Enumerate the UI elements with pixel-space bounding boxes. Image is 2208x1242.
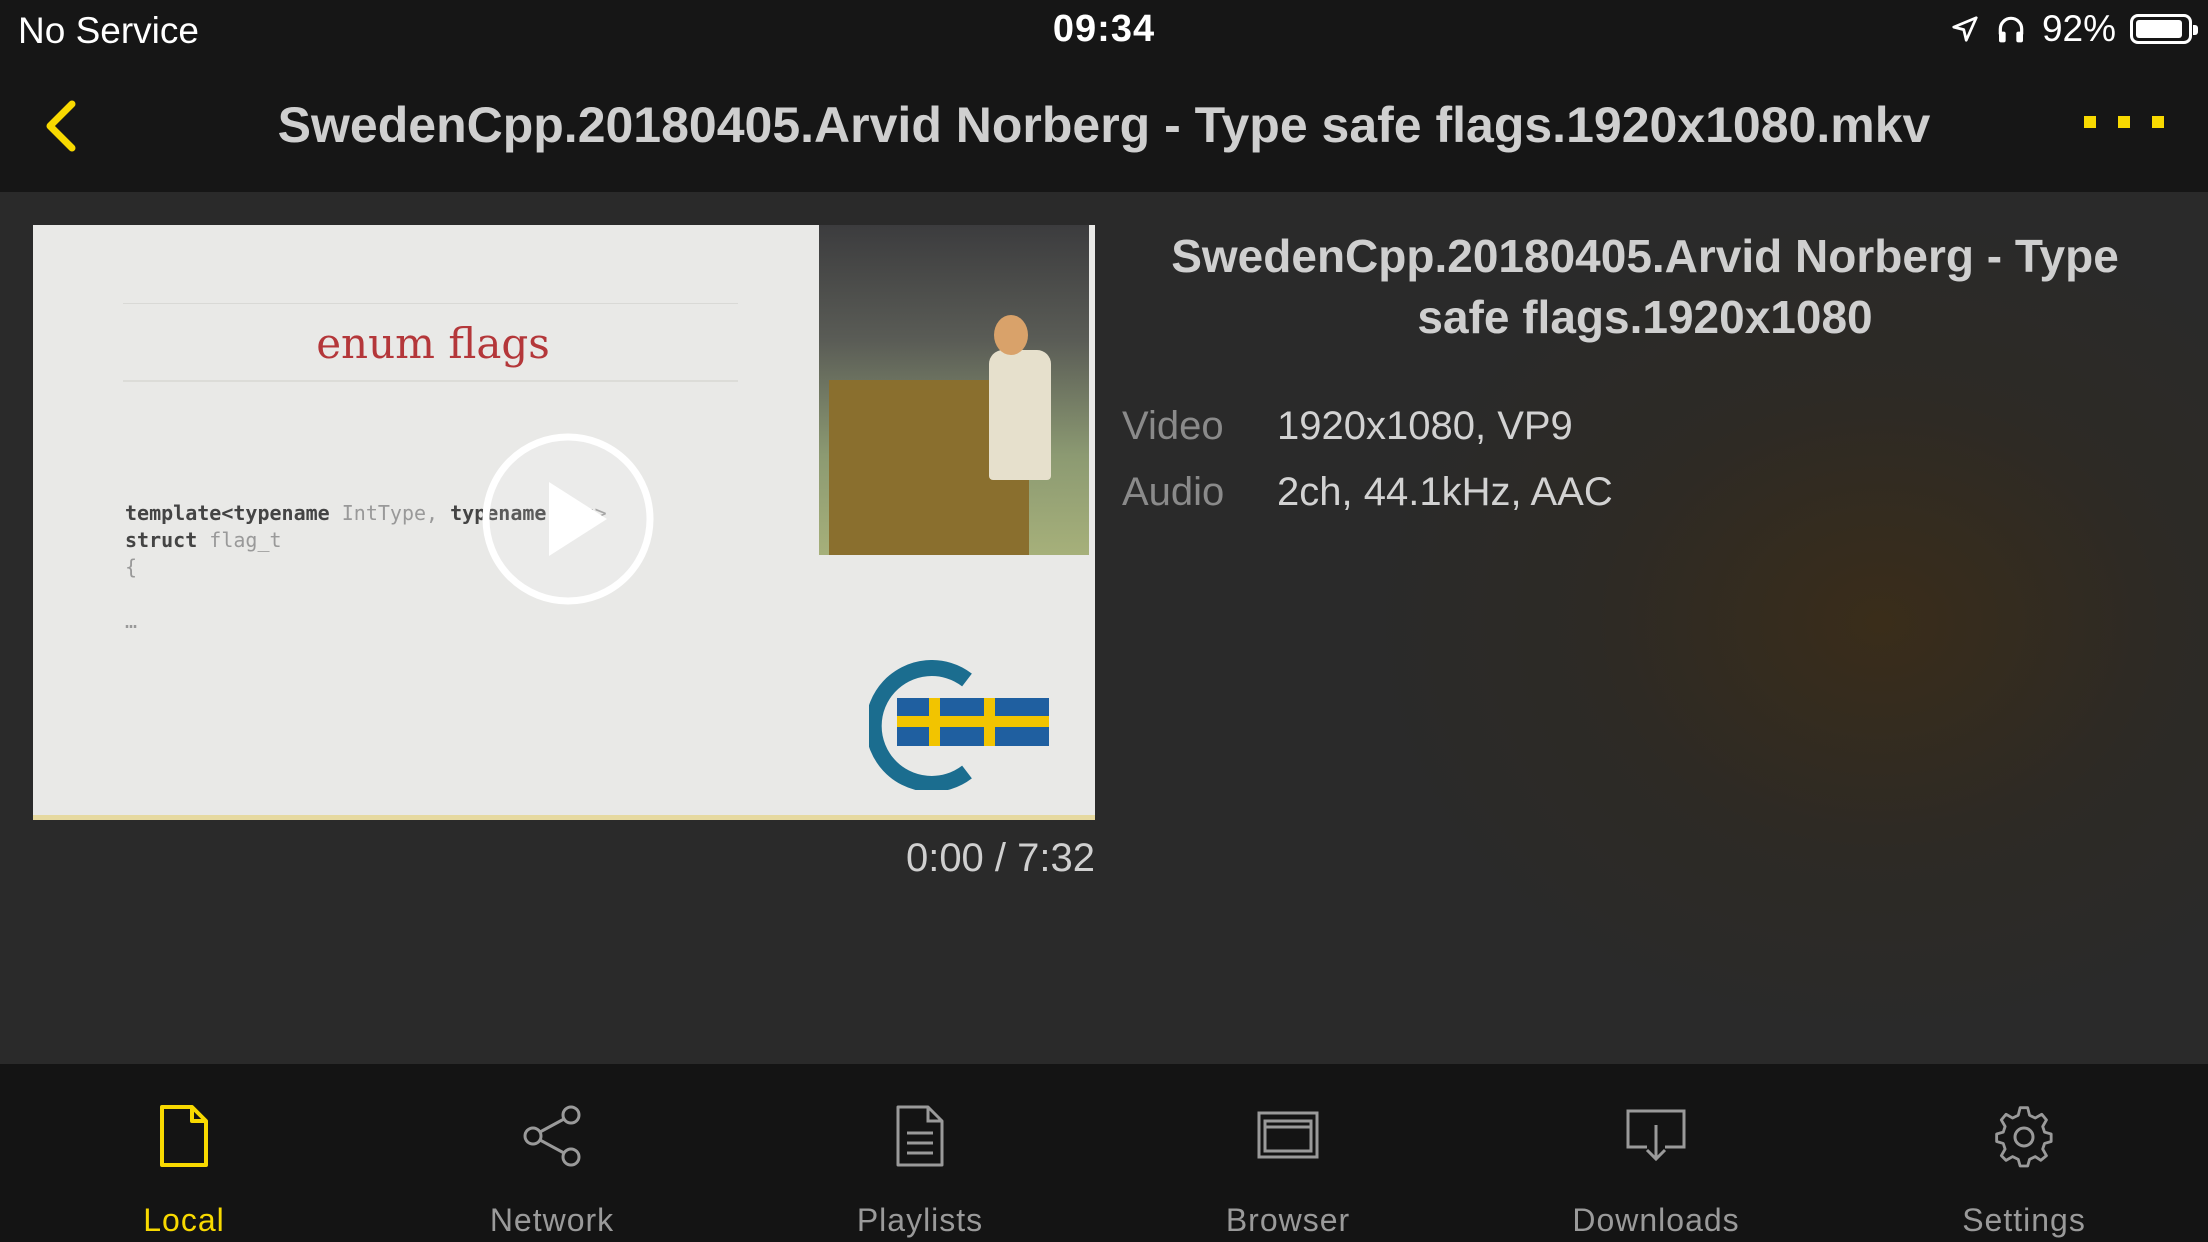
chevron-left-icon	[46, 100, 76, 152]
tab-label: Local	[143, 1202, 225, 1238]
status-bar: No Service 09:34 92%	[0, 0, 2208, 62]
tab-playlists[interactable]: Playlists	[736, 1064, 1104, 1242]
tab-label: Network	[489, 1202, 615, 1238]
meta-value: 2ch, 44.1kHz, AAC	[1277, 470, 1613, 514]
play-icon[interactable]	[479, 430, 657, 608]
swedencpp-logo	[869, 660, 1049, 790]
slide-title: enum flags	[316, 319, 550, 368]
speaker-inset	[819, 225, 1089, 555]
document-icon	[160, 1105, 208, 1167]
tab-downloads[interactable]: Downloads	[1472, 1064, 1840, 1242]
location-arrow-icon	[1952, 16, 1978, 42]
gear-icon	[1995, 1106, 2053, 1168]
browser-window-icon	[1257, 1111, 1319, 1159]
more-options-button[interactable]	[2084, 116, 2164, 128]
tab-bar: Local Network Playlists Browser Download…	[0, 1064, 2208, 1242]
video-thumbnail[interactable]: enum flags template<typename IntType, ty…	[33, 225, 1095, 820]
back-button[interactable]	[30, 92, 100, 162]
list-document-icon	[896, 1105, 944, 1167]
page-title: SwedenCpp.20180405.Arvid Norberg - Type …	[277, 97, 1931, 153]
tab-network[interactable]: Network	[368, 1064, 736, 1242]
duration-label: 0:00 / 7:32	[905, 836, 1095, 880]
video-meta-row: Video 1920x1080, VP9	[1122, 404, 1573, 449]
more-dots-icon	[2084, 116, 2096, 128]
battery-icon	[2130, 14, 2198, 44]
headphones-icon	[1998, 16, 2024, 43]
clock: 09:34	[1052, 8, 1156, 50]
share-icon	[523, 1105, 581, 1167]
tab-label: Downloads	[1572, 1202, 1740, 1238]
video-info-title: SwedenCpp.20180405.Arvid Norberg - Type …	[1171, 230, 2119, 343]
tab-label: Settings	[1962, 1202, 2086, 1238]
progress-track	[33, 815, 1095, 820]
tab-label: Browser	[1225, 1202, 1351, 1238]
tab-label: Playlists	[856, 1202, 984, 1238]
battery-percent: 92%	[2041, 8, 2116, 49]
tab-settings[interactable]: Settings	[1840, 1064, 2208, 1242]
tab-browser[interactable]: Browser	[1104, 1064, 1472, 1242]
status-icons: 92%	[1950, 8, 2198, 50]
audio-meta-row: Audio 2ch, 44.1kHz, AAC	[1122, 470, 1613, 515]
meta-value: 1920x1080, VP9	[1277, 404, 1573, 448]
tab-local[interactable]: Local	[0, 1064, 368, 1242]
meta-label: Audio	[1122, 470, 1225, 514]
navigation-bar: SwedenCpp.20180405.Arvid Norberg - Type …	[0, 62, 2208, 192]
meta-label: Video	[1122, 404, 1224, 448]
download-icon	[1626, 1109, 1686, 1162]
